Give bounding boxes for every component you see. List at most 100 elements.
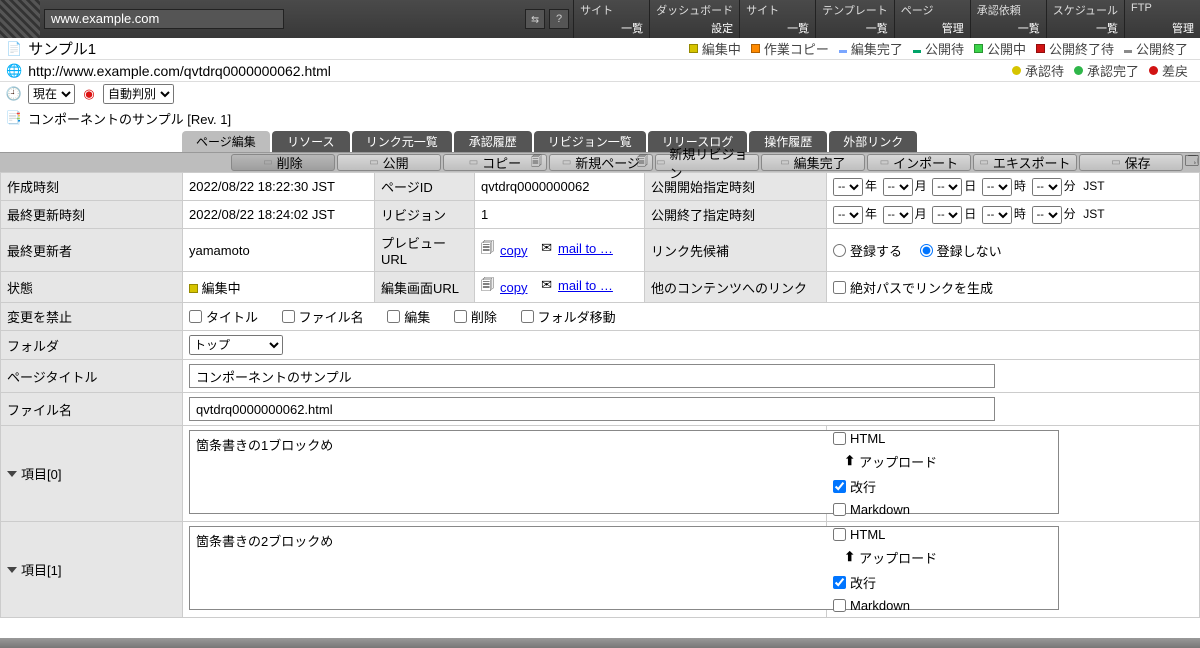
value-created: 2022/08/22 18:22:30 JST bbox=[183, 173, 375, 201]
toggle-icon[interactable]: ⇆ bbox=[525, 9, 545, 29]
copy-icon: 🗐 bbox=[481, 276, 494, 298]
label-folder: フォルダ bbox=[1, 331, 183, 360]
page-title: サンプル1 bbox=[28, 38, 96, 59]
item1-html-check[interactable] bbox=[833, 528, 846, 541]
menu-site-list2[interactable]: サイト一覧 bbox=[739, 0, 815, 38]
item1-br-check[interactable] bbox=[833, 576, 846, 589]
pubend-year[interactable]: -- bbox=[833, 206, 863, 224]
lock-file-check[interactable] bbox=[282, 310, 295, 323]
top-bar: www.example.com ⇆ ? サイト一覧 ダッシュボード設定 サイト一… bbox=[0, 0, 1200, 38]
label-created: 作成時刻 bbox=[1, 173, 183, 201]
menu-template[interactable]: テンプレート一覧 bbox=[815, 0, 894, 38]
auto-select[interactable]: 自動判別 bbox=[103, 84, 174, 104]
pubstart-year[interactable]: -- bbox=[833, 178, 863, 196]
item1-md-check[interactable] bbox=[833, 599, 846, 612]
copy-menu-icon: 🗐 bbox=[531, 153, 542, 172]
pubstart-hour[interactable]: -- bbox=[982, 178, 1012, 196]
menu-site-list[interactable]: サイト一覧 bbox=[573, 0, 649, 38]
item1-upload[interactable]: ⬆アップロード bbox=[833, 548, 1193, 567]
save-button[interactable]: ▭保存 bbox=[1079, 154, 1183, 171]
page-title-row: 📄 サンプル1 編集中 作業コピー 編集完了 公開待 公開中 公開終了待 公開終… bbox=[0, 38, 1200, 60]
pubend-min[interactable]: -- bbox=[1032, 206, 1062, 224]
tab-approval-history[interactable]: 承認履歴 bbox=[454, 131, 532, 152]
mail-icon: ✉ bbox=[541, 240, 552, 256]
label-updater: 最終更新者 bbox=[1, 229, 183, 272]
edit-copy-link[interactable]: copy bbox=[500, 280, 527, 295]
label-item0: 項目[0] bbox=[1, 426, 183, 522]
label-previewurl: プレビューURL bbox=[375, 229, 475, 272]
menu-page[interactable]: ページ管理 bbox=[894, 0, 970, 38]
pubstart-day[interactable]: -- bbox=[932, 178, 962, 196]
folder-select[interactable]: トップ bbox=[189, 335, 283, 355]
filename-input[interactable] bbox=[189, 397, 995, 421]
settings-icon[interactable]: 🗔 bbox=[1184, 153, 1200, 172]
approval-legend: 承認待 承認完了 差戻 bbox=[1012, 61, 1194, 80]
register-no-radio[interactable] bbox=[920, 244, 933, 257]
label-updated: 最終更新時刻 bbox=[1, 201, 183, 229]
chevron-down-icon[interactable] bbox=[7, 567, 17, 573]
menu-dashboard[interactable]: ダッシュボード設定 bbox=[649, 0, 739, 38]
value-state: 編集中 bbox=[183, 272, 375, 303]
otherlink-controls: 絶対パスでリンクを生成 bbox=[827, 272, 1200, 303]
export-button[interactable]: ▭エキスポート bbox=[973, 154, 1077, 171]
lock-title-check[interactable] bbox=[189, 310, 202, 323]
top-menu: サイト一覧 ダッシュボード設定 サイト一覧 テンプレート一覧 ページ管理 承認依… bbox=[573, 0, 1200, 38]
page-icon: 📄 bbox=[6, 41, 22, 57]
site-url: www.example.com bbox=[44, 9, 284, 29]
edit-mail-link[interactable]: mail to … bbox=[558, 278, 613, 293]
preview-mail-link[interactable]: mail to … bbox=[558, 241, 613, 256]
label-otherlink: 他のコンテンツへのリンク bbox=[645, 272, 827, 303]
globe-icon: 🌐 bbox=[6, 63, 22, 79]
item0-br-check[interactable] bbox=[833, 480, 846, 493]
status-legend: 編集中 作業コピー 編集完了 公開待 公開中 公開終了待 公開終了 bbox=[689, 39, 1194, 58]
item0-md-check[interactable] bbox=[833, 503, 846, 516]
page-url-row: 🌐 http://www.example.com/qvtdrq000000006… bbox=[0, 60, 1200, 82]
value-updater: yamamoto bbox=[183, 229, 375, 272]
component-name: コンポーネントのサンプル [Rev. 1] bbox=[28, 109, 231, 128]
import-button[interactable]: ▭インポート bbox=[867, 154, 971, 171]
tab-page-edit[interactable]: ページ編集 bbox=[182, 131, 270, 152]
component-icon: 📑 bbox=[6, 110, 22, 126]
pubstart-month[interactable]: -- bbox=[883, 178, 913, 196]
preview-copy-link[interactable]: copy bbox=[500, 243, 527, 258]
pubend-month[interactable]: -- bbox=[883, 206, 913, 224]
menu-approval[interactable]: 承認依頼一覧 bbox=[970, 0, 1046, 38]
copy-button[interactable]: ▭コピー🗐 bbox=[443, 154, 547, 171]
publish-button[interactable]: ▭公開 bbox=[337, 154, 441, 171]
time-select[interactable]: 現在 bbox=[28, 84, 75, 104]
label-pageid: ページID bbox=[375, 173, 475, 201]
newrev-button[interactable]: ▭新規リビジョン bbox=[655, 154, 759, 171]
url-area: www.example.com ⇆ ? bbox=[40, 0, 573, 38]
tab-external-link[interactable]: 外部リンク bbox=[829, 131, 917, 152]
lock-move-check[interactable] bbox=[521, 310, 534, 323]
pubstart-min[interactable]: -- bbox=[1032, 178, 1062, 196]
pubend-day[interactable]: -- bbox=[932, 206, 962, 224]
chevron-down-icon[interactable] bbox=[7, 471, 17, 477]
lock-edit-check[interactable] bbox=[387, 310, 400, 323]
abs-link-check[interactable] bbox=[833, 281, 846, 294]
app-logo bbox=[0, 0, 40, 38]
item0-html-check[interactable] bbox=[833, 432, 846, 445]
tab-linksrc[interactable]: リンク元一覧 bbox=[352, 131, 452, 152]
pubstart-controls: -- 年 -- 月 -- 日 -- 時 -- 分 JST bbox=[827, 173, 1200, 201]
pubend-hour[interactable]: -- bbox=[982, 206, 1012, 224]
action-bar: ▭削除 ▭公開 ▭コピー🗐 ▭新規ページ🗐 ▭新規リビジョン ▭編集完了 ▭イン… bbox=[0, 152, 1200, 172]
menu-schedule[interactable]: スケジュール一覧 bbox=[1046, 0, 1124, 38]
register-yes-radio[interactable] bbox=[833, 244, 846, 257]
editdone-button[interactable]: ▭編集完了 bbox=[761, 154, 865, 171]
tab-resource[interactable]: リソース bbox=[272, 131, 350, 152]
previewurl-actions: 🗐copy ✉mail to … bbox=[475, 229, 645, 272]
item0-upload[interactable]: ⬆アップロード bbox=[833, 452, 1193, 471]
help-icon[interactable]: ? bbox=[549, 9, 569, 29]
tab-revisions[interactable]: リビジョン一覧 bbox=[534, 131, 646, 152]
delete-button[interactable]: ▭削除 bbox=[231, 154, 335, 171]
tab-operation-history[interactable]: 操作履歴 bbox=[749, 131, 827, 152]
mail-icon: ✉ bbox=[541, 277, 552, 293]
newpage-button[interactable]: ▭新規ページ🗐 bbox=[549, 154, 653, 171]
page-url: http://www.example.com/qvtdrq0000000062.… bbox=[28, 63, 331, 79]
lock-delete-check[interactable] bbox=[454, 310, 467, 323]
pubend-controls: -- 年 -- 月 -- 日 -- 時 -- 分 JST bbox=[827, 201, 1200, 229]
pagetitle-cell bbox=[183, 360, 1200, 393]
pagetitle-input[interactable] bbox=[189, 364, 995, 388]
menu-ftp[interactable]: FTP管理 bbox=[1124, 0, 1200, 38]
